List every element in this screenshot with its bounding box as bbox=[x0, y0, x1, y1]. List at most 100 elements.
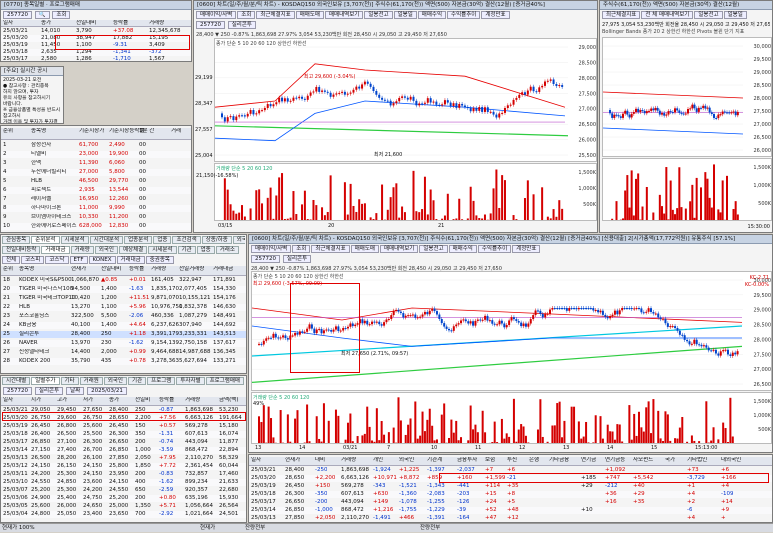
daily-history-tab[interactable]: 거래원 bbox=[80, 377, 103, 385]
rank-row[interactable]: 5HLB46,50029,77000 bbox=[1, 178, 191, 185]
daily-history-row[interactable]: 25/03/2026,75029,60026,75028,6502,200+7.… bbox=[1, 415, 246, 422]
rank-row[interactable]: 2티엘비23,00019,90000 bbox=[1, 151, 191, 158]
rank-row[interactable]: 10한화에어로스페이스628,00012,83000 bbox=[1, 223, 191, 230]
rank-row[interactable]: 3한맥11,3906,06000 bbox=[1, 160, 191, 167]
daily-history-row[interactable]: 25/03/0525,60026,00024,65025,0001,350+5.… bbox=[1, 503, 246, 510]
chart-mid-tool-button[interactable]: 매매수익 bbox=[449, 245, 477, 253]
chart-mid-tool-button[interactable]: 매매내역보기 bbox=[380, 245, 418, 253]
volume-rank-subtab[interactable]: 업종 bbox=[197, 246, 215, 254]
volume-rank-filter[interactable]: ETF bbox=[70, 256, 88, 264]
rank-row[interactable]: 7레이저쎌16,95012,26000 bbox=[1, 196, 191, 203]
chart-mid-tool-button[interactable]: 수익률추이 bbox=[478, 245, 511, 253]
chart-top-tool-button[interactable]: 조회 bbox=[237, 11, 255, 19]
daily-price-row[interactable]: 25/03/1911,4501,100-9.313,409 bbox=[1, 42, 191, 49]
volume-rank-tab[interactable]: 업종분석 bbox=[124, 236, 152, 244]
daily-history-row[interactable]: 25/03/1926,45026,80025,60026,450150+0.57… bbox=[1, 423, 246, 430]
code-input[interactable]: 257720 bbox=[3, 11, 32, 19]
chart-top-tool-button[interactable]: 일봉전고 bbox=[364, 11, 392, 19]
daily-history-tab[interactable]: 프로그램매매 bbox=[206, 377, 244, 385]
investor-row[interactable]: 25/03/1327,850+2,0502,110,270-1,491+466-… bbox=[249, 515, 772, 522]
daily-price-row[interactable]: 25/03/2114,0103,790+37.0812,345,678 bbox=[1, 28, 191, 35]
investor-row[interactable]: 25/03/1726,650-200443,094+149-1,078-1,25… bbox=[249, 499, 772, 506]
volume-rank-tab[interactable]: 조건검색 bbox=[172, 236, 200, 244]
chart-top-name[interactable]: 실리콘투 bbox=[228, 21, 256, 29]
investor-row[interactable]: 25/03/1426,850-1,000868,472+1,216-1,755-… bbox=[249, 507, 772, 514]
chart-top-tool-button[interactable]: 매매내역보기 bbox=[325, 11, 363, 19]
volume-rank-row[interactable]: 21TIGER 미국테크TOP1010,4201,200+11.519,871,… bbox=[1, 295, 246, 302]
search-icon[interactable]: 🔍 bbox=[35, 11, 50, 19]
chart-mid-tool-button[interactable]: 조회 bbox=[292, 245, 310, 253]
chart-mid-tool-button[interactable]: 매매이익/사벽 bbox=[251, 245, 291, 253]
daily-history-row[interactable]: 25/03/2129,05029,45027,65028,400250-0.87… bbox=[1, 407, 246, 414]
daily-history-row[interactable]: 25/03/1826,40026,50025,50026,300350-1.31… bbox=[1, 431, 246, 438]
volume-rank-row[interactable]: 22HLB13,2701,100+5.9610,976,7501,832,378… bbox=[1, 304, 246, 311]
chart-top-tool-button[interactable]: 매매수익 bbox=[418, 11, 446, 19]
daily-history-row[interactable]: 25/03/1024,55024,85023,60024,150400-1.62… bbox=[1, 479, 246, 486]
chart-mid-name[interactable]: 실리콘투 bbox=[283, 255, 311, 263]
volume-rank-row[interactable]: 24KB금융40,1001,400+4.646,237,626307,94014… bbox=[1, 322, 246, 329]
volume-rank-filter[interactable]: 중권종목 bbox=[146, 256, 174, 264]
chart-mid-tool-button[interactable]: 계정만표 bbox=[512, 245, 540, 253]
daily-history-row[interactable]: 25/03/0424,80025,05023,40023,650700-2.92… bbox=[1, 511, 246, 518]
volume-rank-tab[interactable]: 업종 bbox=[153, 236, 171, 244]
daily-history-tab[interactable]: 투자자별 bbox=[176, 377, 204, 385]
chart-top-tool-button[interactable]: 매매이익/사벽 bbox=[196, 11, 236, 19]
rank-row[interactable]: 6피로젝트2,93513,54400 bbox=[1, 187, 191, 194]
daily-price-row[interactable]: 25/03/182,6351,294-1,341-372 bbox=[1, 49, 191, 56]
daily-history-tab[interactable]: 프로그램 bbox=[147, 377, 175, 385]
daily-history-tab[interactable]: 시간대별 bbox=[2, 377, 30, 385]
volume-rank-row[interactable]: 26NAVER13,970230-1.629,154,1392,750,1581… bbox=[1, 340, 246, 347]
chart-right-tool-button[interactable]: 전 체 매매내역보기 bbox=[641, 11, 693, 19]
volume-rank-tab[interactable]: 시간대분석 bbox=[90, 236, 123, 244]
chart-mid-tool-button[interactable]: 매매도매 bbox=[351, 245, 379, 253]
daily-history-code[interactable]: 257720 bbox=[3, 387, 32, 395]
chart-right-tool-button[interactable]: 최근체결지표 bbox=[602, 11, 640, 19]
daily-history-row[interactable]: 25/03/0624,90025,40024,75025,200200+0.80… bbox=[1, 495, 246, 502]
chart-top-code[interactable]: 257720 bbox=[196, 21, 225, 29]
chart-top-tool-button[interactable]: 계정만표 bbox=[481, 11, 509, 19]
volume-rank-row[interactable]: 27신성델타테크14,4002,000+0.999,464,68814,987,… bbox=[1, 349, 246, 356]
investor-row[interactable]: 25/03/2028,650+2,2006,663,126+10,971+8,8… bbox=[249, 475, 772, 482]
volume-rank-subtab[interactable]: 거래소 bbox=[216, 246, 239, 254]
chart-right-tool-button[interactable]: 일봉일 bbox=[724, 11, 747, 19]
volume-rank-filter[interactable]: KONEX bbox=[89, 256, 116, 264]
volume-rank-tab[interactable]: 관심종목 bbox=[2, 236, 30, 244]
volume-rank-filter[interactable]: 코스피 bbox=[21, 256, 44, 264]
rank-row[interactable]: 1삼성전자61,7002,49000 bbox=[1, 142, 191, 149]
volume-rank-tab[interactable]: 순위분석 bbox=[31, 236, 59, 244]
chart-mid-tool-button[interactable]: 일봉전고 bbox=[419, 245, 447, 253]
daily-history-tab[interactable]: 외국인 bbox=[104, 377, 127, 385]
volume-rank-row[interactable]: 18KODEX 미국S&P5001,066,870▲0.85+0.01161,4… bbox=[1, 277, 246, 284]
chart-top-tool-button[interactable]: 일봉일 bbox=[394, 11, 417, 19]
volume-rank-subtab[interactable]: 예상체결 bbox=[119, 246, 147, 254]
daily-history-tab[interactable]: 기관 bbox=[128, 377, 146, 385]
volume-rank-filter[interactable]: 전체 bbox=[2, 256, 20, 264]
daily-history-row[interactable]: 25/03/1427,15027,40026,70026,8501,000-3.… bbox=[1, 447, 246, 454]
volume-rank-filter[interactable]: 거래대금 bbox=[117, 256, 145, 264]
daily-history-tab[interactable]: 기타 bbox=[61, 377, 79, 385]
volume-rank-row[interactable]: 23포스코홀딩스322,5005,500-2.06460,3361,087,27… bbox=[1, 313, 246, 320]
daily-history-row[interactable]: 25/03/0725,20025,30024,20024,550650-2.59… bbox=[1, 487, 246, 494]
rank-row[interactable]: 8하나마이크론11,0009,99000 bbox=[1, 205, 191, 212]
investor-row[interactable]: 25/03/2128,400-2501,863,698-1,924+1,225-… bbox=[249, 467, 772, 474]
volume-rank-tab[interactable]: 상종/하종 bbox=[202, 236, 232, 244]
volume-rank-row[interactable]: 25실리콘투28,400250+1.183,391,1793,233,33114… bbox=[1, 331, 246, 338]
chart-mid-code[interactable]: 257720 bbox=[251, 255, 280, 263]
volume-rank-row[interactable]: 20TIGER 미국나스닥10094,5001,400-1.631,835,17… bbox=[1, 286, 246, 293]
chart-right-tool-button[interactable]: 일봉전고 bbox=[694, 11, 722, 19]
investor-row[interactable]: 25/03/1926,450+150569,278-343-1,521-1,34… bbox=[249, 483, 772, 490]
chart-mid-tool-button[interactable]: 최근체결지표 bbox=[311, 245, 349, 253]
rank-row[interactable]: 4두산에너빌리티27,0005,80000 bbox=[1, 169, 191, 176]
daily-history-date[interactable]: 2025/03/21 bbox=[87, 387, 127, 395]
volume-rank-subtab[interactable]: 외국인 bbox=[95, 246, 118, 254]
volume-rank-subtab[interactable]: 거래량 bbox=[71, 246, 94, 254]
daily-history-name[interactable]: 실리콘투 bbox=[35, 387, 63, 395]
volume-rank-tab[interactable]: 외국인 bbox=[233, 236, 245, 244]
query-button[interactable]: 조회 bbox=[52, 11, 70, 19]
chart-top-tool-button[interactable]: 매매도매 bbox=[296, 11, 324, 19]
volume-rank-subtab[interactable]: 시세분석 bbox=[148, 246, 176, 254]
volume-rank-subtab[interactable]: 거래대금 bbox=[41, 246, 69, 254]
chart-top-tool-button[interactable]: 수익률추이 bbox=[447, 11, 480, 19]
volume-rank-subtab[interactable]: 전일대비등락 bbox=[2, 246, 40, 254]
daily-history-tab[interactable]: 일별주가 bbox=[31, 377, 59, 385]
